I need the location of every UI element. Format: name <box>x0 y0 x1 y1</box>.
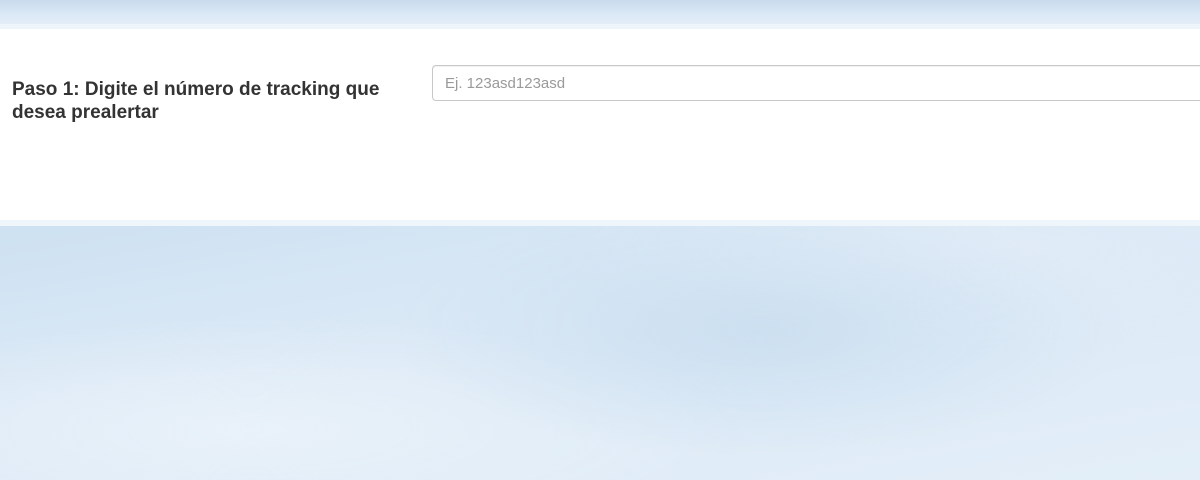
prealert-form-panel: Paso 1: Digite el número de tracking que… <box>0 24 1200 226</box>
step-1-label: Paso 1: Digite el número de tracking que… <box>12 79 380 123</box>
top-banner-strip <box>0 0 1200 24</box>
tracking-number-input[interactable] <box>432 65 1200 101</box>
